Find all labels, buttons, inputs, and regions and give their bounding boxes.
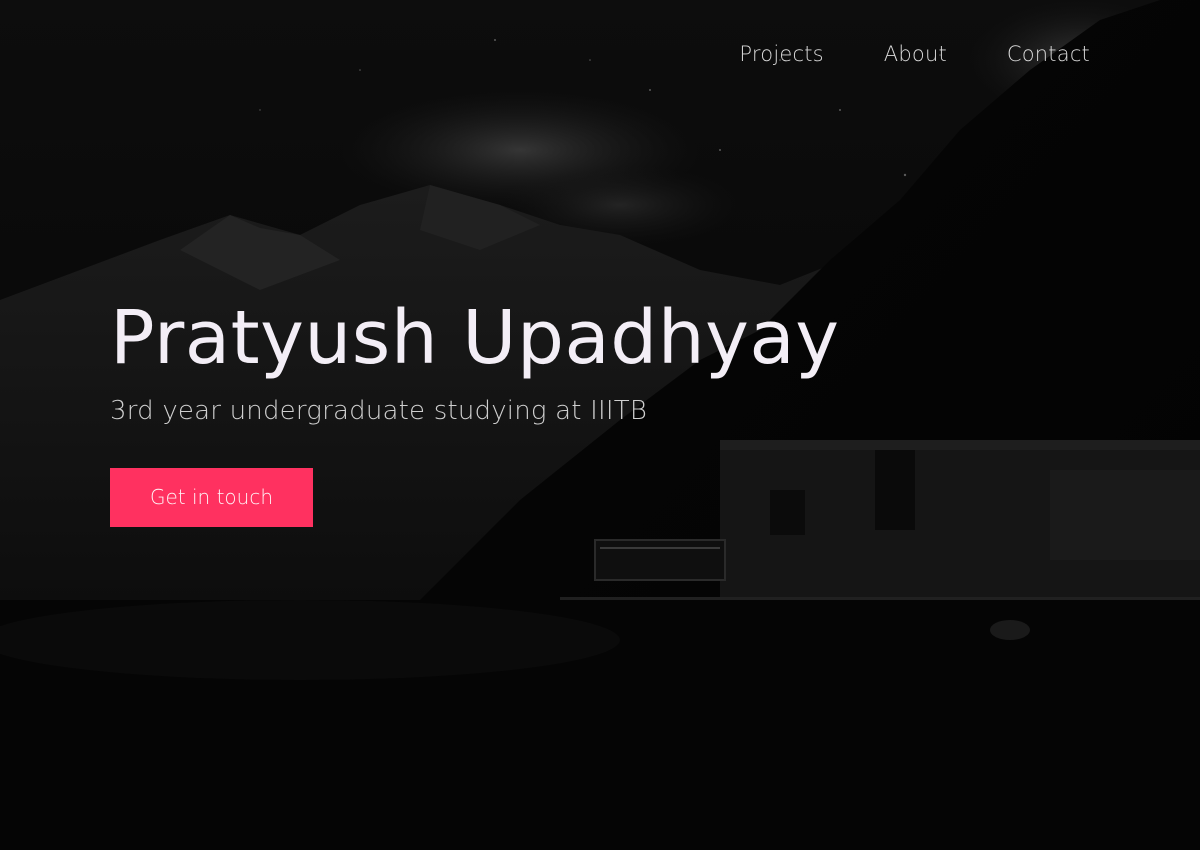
nav-link-contact[interactable]: Contact: [1007, 42, 1090, 66]
get-in-touch-button[interactable]: Get in touch: [110, 467, 313, 527]
nav-link-projects[interactable]: Projects: [739, 42, 823, 66]
nav-link-about[interactable]: About: [884, 42, 947, 66]
hero-name: Pratyush Upadhyay: [110, 295, 840, 381]
top-nav: Projects About Contact: [739, 42, 1090, 66]
hero-content: Pratyush Upadhyay 3rd year undergraduate…: [110, 295, 840, 527]
hero-section: Projects About Contact Pratyush Upadhyay…: [0, 0, 1200, 850]
hero-subtitle: 3rd year undergraduate studying at IIITB: [110, 395, 648, 426]
